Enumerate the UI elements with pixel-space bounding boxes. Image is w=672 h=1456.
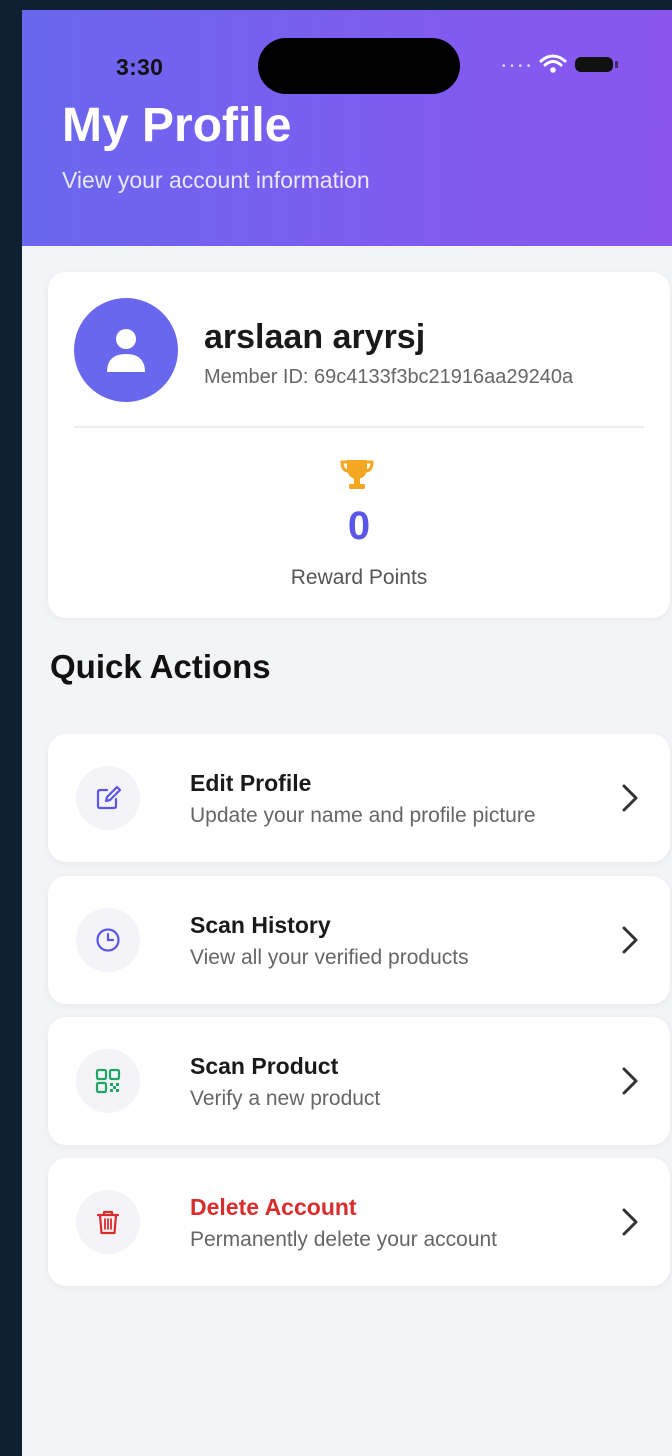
action-description: Update your name and profile picture: [190, 804, 536, 827]
profile-card: arslaan aryrsj Member ID: 69c4133f3bc219…: [48, 272, 670, 618]
edit-icon: [96, 785, 122, 810]
trash-icon-container: [76, 1190, 140, 1254]
action-title: Delete Account: [190, 1194, 357, 1220]
scan-history-button[interactable]: Scan History View all your verified prod…: [48, 876, 670, 1004]
cellular-dots-icon: • • • •: [502, 60, 532, 72]
avatar: [74, 298, 178, 402]
chevron-right-icon: [622, 1067, 638, 1095]
edit-profile-button[interactable]: Edit Profile Update your name and profil…: [48, 734, 670, 862]
qr-code-icon-container: [76, 1049, 140, 1113]
action-description: Permanently delete your account: [190, 1228, 498, 1251]
chevron-right-icon: [622, 784, 638, 812]
clock-icon: [96, 928, 120, 952]
edit-icon-container: [76, 766, 140, 830]
user-icon: [107, 329, 145, 372]
scan-product-button[interactable]: Scan Product Verify a new product: [48, 1017, 670, 1145]
chevron-right-icon: [622, 1208, 638, 1236]
page-subtitle: View your account information: [62, 167, 370, 193]
action-description: View all your verified products: [190, 946, 469, 969]
action-title: Edit Profile: [190, 770, 312, 796]
trophy-icon: [340, 460, 374, 489]
wifi-icon: [539, 54, 567, 73]
reward-points-label: Reward Points: [290, 566, 428, 589]
status-time: 3:30: [116, 54, 164, 80]
page-title: My Profile: [62, 99, 292, 152]
divider: [74, 426, 644, 428]
quick-actions-title: Quick Actions: [50, 648, 271, 685]
app-screen: 3:30 • • • • My Profile View your accoun…: [22, 10, 672, 1456]
delete-account-button[interactable]: Delete Account Permanently delete your a…: [48, 1158, 670, 1286]
trash-icon: [96, 1210, 120, 1235]
action-title: Scan Product: [190, 1053, 339, 1079]
action-description: Verify a new product: [190, 1087, 381, 1110]
action-title: Scan History: [190, 912, 331, 938]
chevron-right-icon: [622, 926, 638, 954]
qr-code-icon: [95, 1068, 121, 1094]
profile-header: 3:30 • • • • My Profile View your accoun…: [22, 10, 672, 246]
reward-points-value: 0: [347, 504, 371, 548]
status-icons: • • • •: [502, 54, 619, 74]
dynamic-island: [258, 38, 460, 94]
user-name: arslaan aryrsj: [204, 318, 426, 356]
battery-icon: [575, 56, 619, 72]
clock-icon-container: [76, 908, 140, 972]
member-id: Member ID: 69c4133f3bc21916aa29240a: [204, 366, 574, 388]
